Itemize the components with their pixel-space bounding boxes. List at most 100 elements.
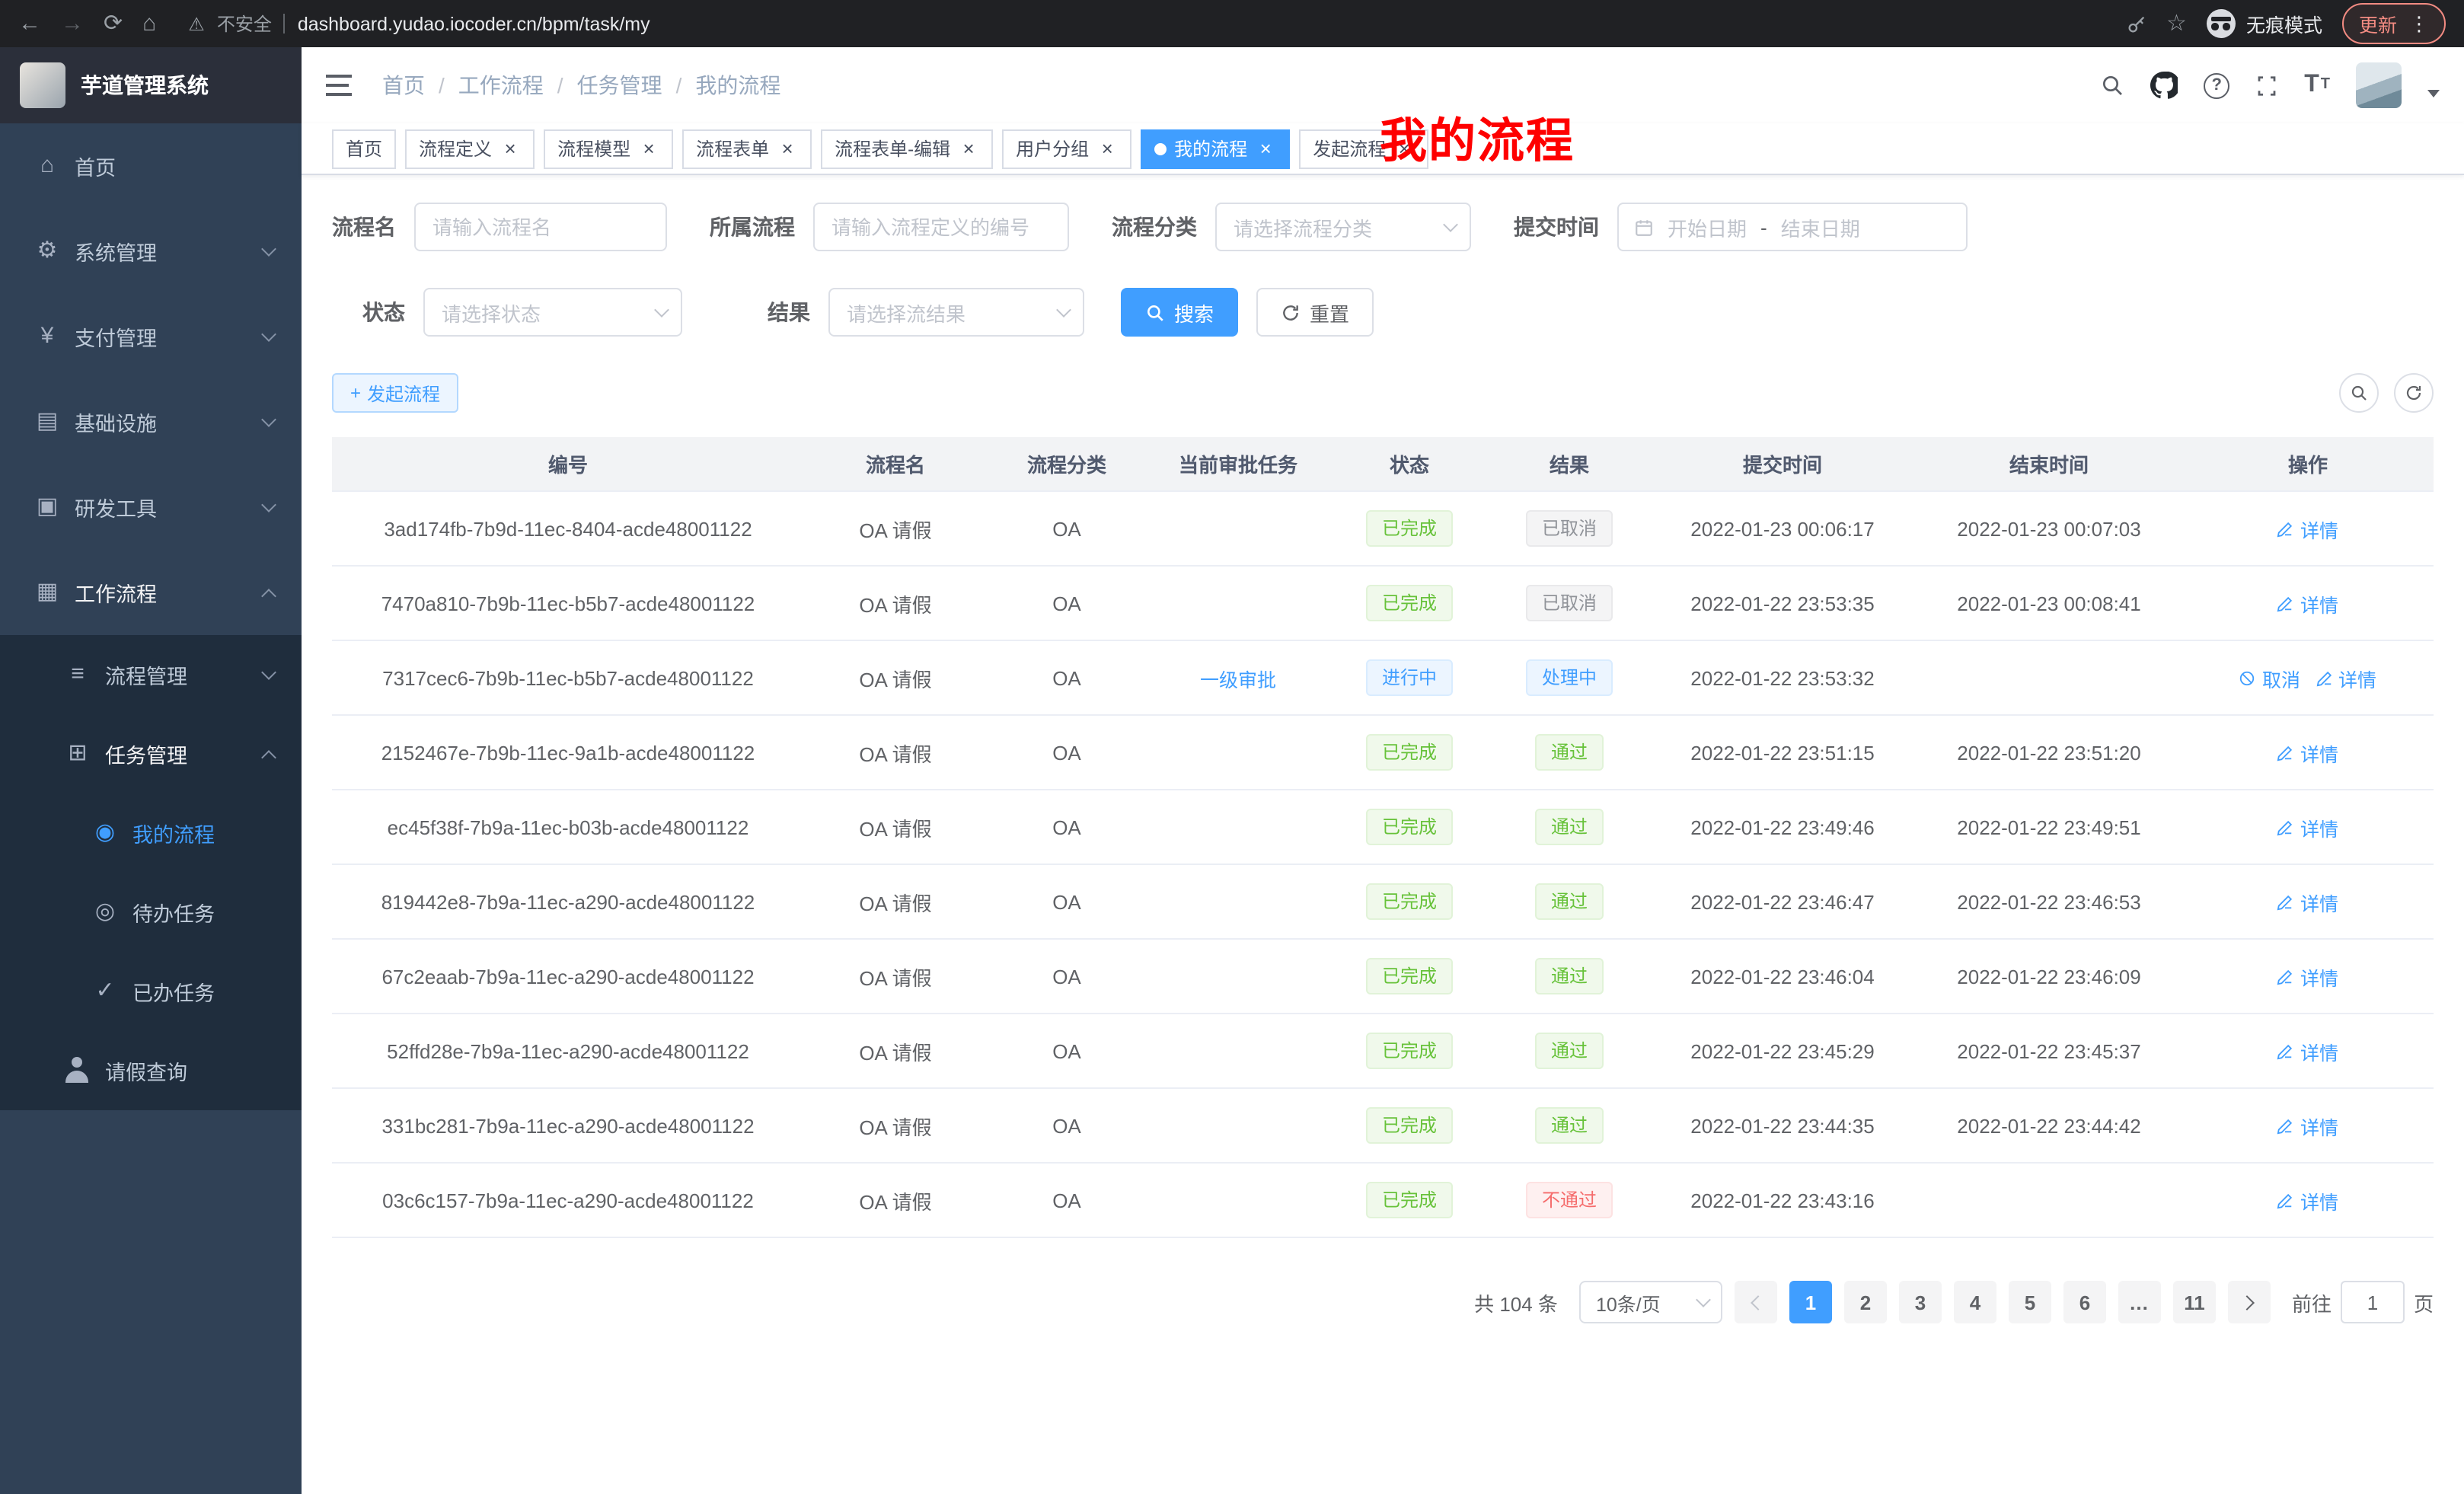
breadcrumb-item[interactable]: 任务管理: [577, 70, 662, 101]
bookmark-star-icon[interactable]: ☆: [2166, 12, 2187, 35]
avatar[interactable]: [2356, 62, 2402, 108]
detail-link[interactable]: 详情: [2277, 962, 2338, 991]
cell-end-time: 2022-01-22 23:46:53: [1916, 890, 2182, 913]
detail-link[interactable]: 详情: [2277, 887, 2338, 916]
close-icon[interactable]: ×: [500, 138, 521, 159]
tab-home[interactable]: 首页: [332, 129, 396, 168]
task-link[interactable]: 一级审批: [1200, 663, 1276, 692]
url-text[interactable]: dashboard.yudao.iocoder.cn/bpm/task/my: [298, 13, 650, 34]
next-page-button[interactable]: [2228, 1281, 2271, 1323]
prev-page-button[interactable]: [1735, 1281, 1777, 1323]
page-size-select[interactable]: 10条/页: [1579, 1281, 1722, 1323]
definition-filter-input[interactable]: [813, 203, 1069, 251]
detail-link[interactable]: 详情: [2277, 738, 2338, 767]
page-button-4[interactable]: 4: [1954, 1281, 1996, 1323]
cell-actions: 详情: [2182, 887, 2434, 916]
submit-time-range-picker[interactable]: 开始日期 - 结束日期: [1617, 203, 1968, 251]
address-bar[interactable]: ⚠ 不安全 dashboard.yudao.iocoder.cn/bpm/tas…: [176, 11, 2105, 37]
page-button-11[interactable]: 11: [2173, 1281, 2216, 1323]
chevron-right-icon: [2239, 1294, 2255, 1310]
end-date-placeholder: 结束日期: [1781, 212, 1860, 241]
cancel-link[interactable]: 取消: [2239, 663, 2300, 692]
detail-link[interactable]: 详情: [2277, 1186, 2338, 1215]
create-process-button[interactable]: + 发起流程: [332, 373, 458, 413]
warning-icon: ⚠: [188, 13, 205, 34]
sidebar-item-done-tasks[interactable]: ✓已办任务: [0, 952, 302, 1031]
refresh-table-button[interactable]: [2394, 373, 2434, 413]
back-icon[interactable]: ←: [18, 12, 41, 35]
result-badge: 通过: [1536, 734, 1603, 771]
key-icon[interactable]: [2125, 13, 2146, 34]
status-badge: 已完成: [1367, 585, 1452, 621]
close-icon[interactable]: ×: [958, 138, 979, 159]
tab-process-model[interactable]: 流程模型×: [544, 129, 673, 168]
sidebar-item-devtools[interactable]: ▣研发工具: [0, 464, 302, 550]
page-buttons: 123456 … 11: [1789, 1281, 2216, 1323]
page-button-3[interactable]: 3: [1899, 1281, 1942, 1323]
detail-link[interactable]: 详情: [2277, 1036, 2338, 1065]
detail-link[interactable]: 详情: [2316, 663, 2376, 692]
close-icon[interactable]: ×: [1255, 138, 1276, 159]
page-button-6[interactable]: 6: [2063, 1281, 2106, 1323]
name-filter-input[interactable]: [414, 203, 667, 251]
submenu-task-management: ◉我的流程◎待办任务✓已办任务: [0, 793, 302, 1031]
pager-more-button[interactable]: …: [2118, 1281, 2161, 1323]
cell-result: 已取消: [1489, 585, 1649, 621]
search-button[interactable]: 搜索: [1121, 288, 1238, 337]
cell-id: ec45f38f-7b9a-11ec-b03b-acde48001122: [332, 816, 804, 838]
close-icon[interactable]: ×: [777, 138, 798, 159]
sidebar-item-infrastructure[interactable]: ▤基础设施: [0, 379, 302, 464]
tab-my-process[interactable]: 我的流程×: [1141, 129, 1290, 168]
close-icon[interactable]: ×: [638, 138, 659, 159]
tab-process-form[interactable]: 流程表单×: [682, 129, 812, 168]
status-filter-select[interactable]: 请选择状态: [423, 288, 682, 337]
close-icon[interactable]: ×: [1096, 138, 1118, 159]
detail-link[interactable]: 详情: [2277, 1111, 2338, 1140]
sidebar-item-task-management[interactable]: ⊞任务管理: [0, 714, 302, 793]
sidebar-item-payment[interactable]: ¥支付管理: [0, 294, 302, 379]
goto-page-input[interactable]: [2341, 1281, 2405, 1323]
reset-button[interactable]: 重置: [1256, 288, 1374, 337]
page-button-2[interactable]: 2: [1844, 1281, 1887, 1323]
breadcrumb-item[interactable]: 我的流程: [695, 70, 780, 101]
sidebar-item-workflow[interactable]: ▦工作流程: [0, 550, 302, 635]
breadcrumb-item[interactable]: 首页: [382, 70, 425, 101]
update-button[interactable]: 更新 ⋮: [2342, 3, 2446, 44]
tab-process-definition[interactable]: 流程定义×: [405, 129, 535, 168]
detail-link[interactable]: 详情: [2277, 589, 2338, 618]
sidebar-item-leave-query[interactable]: 请假查询: [0, 1031, 302, 1110]
page-button-5[interactable]: 5: [2009, 1281, 2051, 1323]
result-badge: 不通过: [1527, 1182, 1612, 1218]
search-icon[interactable]: [2100, 73, 2124, 97]
github-icon[interactable]: [2150, 72, 2178, 99]
sidebar-item-system[interactable]: ⚙系统管理: [0, 209, 302, 294]
browser-menu-dots-icon[interactable]: ⋮: [2409, 11, 2429, 36]
detail-link[interactable]: 详情: [2277, 514, 2338, 543]
sidebar-item-process-management[interactable]: ≡流程管理: [0, 635, 302, 714]
browser-home-icon[interactable]: ⌂: [142, 12, 156, 35]
detail-link[interactable]: 详情: [2277, 812, 2338, 841]
tab-user-group[interactable]: 用户分组×: [1002, 129, 1131, 168]
show-search-button[interactable]: [2339, 373, 2379, 413]
breadcrumb-item[interactable]: 工作流程: [458, 70, 544, 101]
edit-icon: [2277, 893, 2294, 910]
sidebar-item-todo-tasks[interactable]: ◎待办任务: [0, 873, 302, 952]
cell-process-name: OA 请假: [804, 663, 987, 692]
page-button-1[interactable]: 1: [1789, 1281, 1832, 1323]
forward-icon[interactable]: →: [61, 12, 84, 35]
hamburger-icon[interactable]: [326, 75, 352, 96]
help-icon[interactable]: ?: [2204, 72, 2229, 98]
fullscreen-icon[interactable]: [2255, 74, 2278, 97]
category-filter-select[interactable]: 请选择流程分类: [1215, 203, 1471, 251]
sidebar-item-my-process[interactable]: ◉我的流程: [0, 793, 302, 873]
font-size-icon[interactable]: TT: [2304, 73, 2330, 97]
security-label[interactable]: 不安全: [217, 11, 272, 37]
chevron-down-icon[interactable]: [2427, 89, 2440, 97]
reload-icon[interactable]: ⟳: [104, 12, 123, 35]
tab-process-form-edit[interactable]: 流程表单-编辑×: [821, 129, 993, 168]
cell-result: 通过: [1489, 1107, 1649, 1144]
app-logo[interactable]: 芋道管理系统: [0, 47, 302, 123]
result-filter-select[interactable]: 请选择流结果: [828, 288, 1084, 337]
sidebar-item-home[interactable]: ⌂首页: [0, 123, 302, 209]
cell-id: 52ffd28e-7b9a-11ec-a290-acde48001122: [332, 1039, 804, 1062]
